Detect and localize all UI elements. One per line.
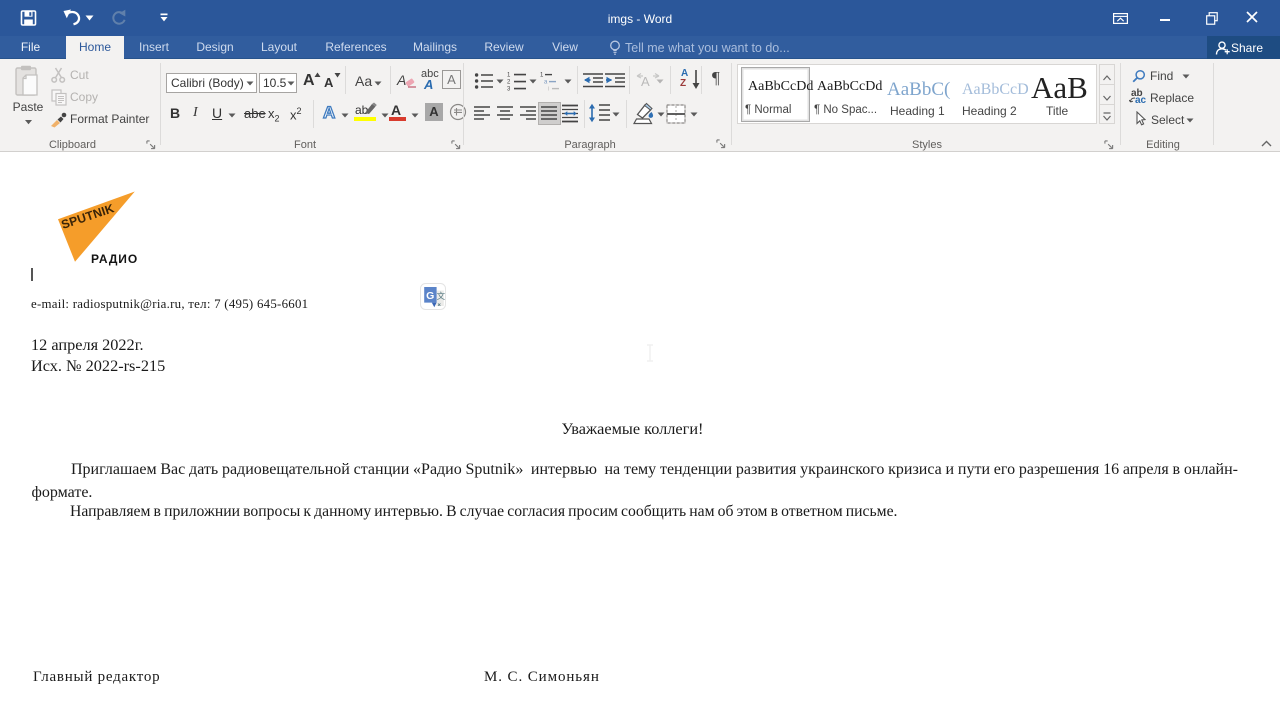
svg-text:1: 1 — [507, 73, 511, 79]
svg-text:2: 2 — [507, 80, 511, 86]
svg-text:3: 3 — [507, 87, 511, 91]
svg-text:i: i — [548, 87, 549, 91]
svg-text:1: 1 — [540, 73, 544, 79]
svg-text:文: 文 — [436, 291, 445, 301]
svg-text:a: a — [544, 80, 548, 86]
svg-text:G: G — [426, 290, 434, 302]
